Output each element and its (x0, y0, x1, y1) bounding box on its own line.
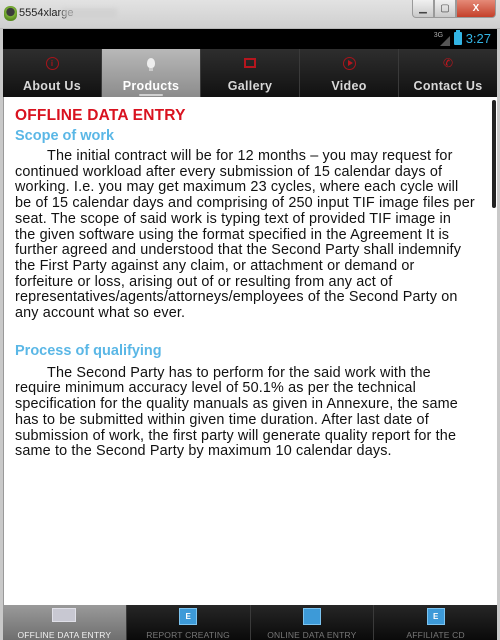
tab-label: Video (331, 79, 367, 93)
section-heading: Scope of work (15, 128, 115, 144)
battery-icon (453, 30, 462, 45)
section-heading: Process of qualifying (15, 342, 162, 359)
tab-label: Gallery (227, 79, 273, 93)
tab-label: About Us (23, 79, 81, 93)
page-title: OFFLINE DATA ENTRY (15, 107, 186, 124)
bottom-tab-online-data-entry[interactable]: ONLINE DATA ENTRY (250, 605, 375, 640)
maximize-button[interactable]: ▢ (434, 0, 456, 18)
tab-products[interactable]: Products (102, 49, 201, 97)
bottom-tab-label: OFFLINE DATA ENTRY (17, 630, 112, 640)
emulator-frame: 3G 3:27 i About Us Products Gallery Vide… (3, 29, 497, 640)
tab-video[interactable]: Video (300, 49, 399, 97)
minimize-icon: ▁ (419, 3, 427, 14)
info-icon: i (45, 56, 59, 70)
bottom-tab-affiliate-cd[interactable]: E AFFILIATE CD (374, 605, 497, 640)
lightbulb-icon (147, 58, 155, 71)
tab-label: Products (122, 79, 180, 93)
tab-about-us[interactable]: i About Us (3, 49, 102, 97)
bottom-tab-label: AFFILIATE CD (406, 630, 465, 640)
bottom-tab-label: ONLINE DATA ENTRY (267, 630, 357, 640)
window-controls: ▁ ▢ X (412, 0, 496, 19)
close-button[interactable]: X (456, 0, 496, 18)
status-clock: 3:27 (465, 31, 491, 46)
status-bar: 3G 3:27 (3, 29, 497, 49)
section-body: The initial contract will be for 12 mont… (15, 148, 475, 322)
signal-icon: 3G (434, 32, 450, 46)
laptop-icon (302, 608, 321, 625)
section-body: The Second Party has to perform for the … (15, 364, 458, 460)
top-tab-bar: i About Us Products Gallery Video ✆ Cont… (3, 49, 497, 97)
close-icon: X (472, 3, 480, 14)
window-titlebar: 5554xlarge ▁ ▢ X (0, 0, 500, 29)
tab-contact-us[interactable]: ✆ Contact Us (399, 49, 497, 97)
minimize-button[interactable]: ▁ (412, 0, 434, 18)
play-icon (342, 56, 356, 70)
cd-copy-icon: E (426, 608, 445, 625)
android-app-icon (4, 6, 17, 21)
title-blurred-text (62, 8, 117, 18)
maximize-icon: ▢ (440, 3, 450, 14)
bottom-tab-report-creating[interactable]: E REPORT CREATING (126, 605, 251, 640)
gallery-icon (244, 58, 256, 68)
tab-gallery[interactable]: Gallery (201, 49, 300, 97)
bottom-tab-label: REPORT CREATING (146, 630, 230, 640)
bottom-tab-bar: OFFLINE DATA ENTRY E REPORT CREATING ONL… (3, 605, 497, 640)
keyboard-icon (52, 608, 77, 622)
content-scroll-area[interactable]: OFFLINE DATA ENTRY Scope of work The ini… (3, 97, 497, 605)
scrollbar-thumb[interactable] (492, 100, 496, 208)
bottom-tab-offline-data-entry[interactable]: OFFLINE DATA ENTRY (3, 605, 127, 640)
clipboard-icon: E (179, 608, 198, 625)
phone-icon: ✆ (442, 56, 454, 70)
tab-label: Contact Us (413, 79, 483, 93)
